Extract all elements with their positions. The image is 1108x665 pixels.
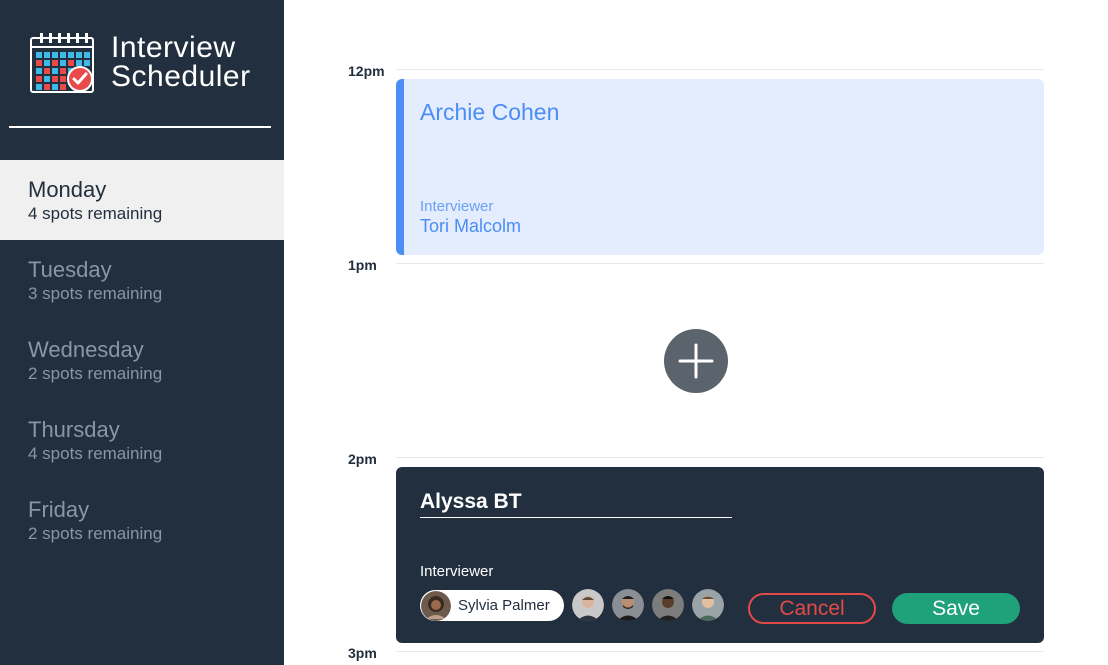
- time-label-3pm: 3pm: [348, 645, 377, 661]
- interviewer-option[interactable]: [612, 589, 644, 621]
- day-spots: 4 spots remaining: [28, 204, 163, 223]
- add-appointment-button[interactable]: [664, 329, 728, 393]
- calendar-check-icon: [30, 33, 94, 93]
- avatar: [421, 591, 451, 621]
- appointment-card[interactable]: Archie Cohen Interviewer Tori Malcolm: [396, 79, 1044, 255]
- time-divider: [396, 457, 1044, 458]
- day-item-monday[interactable]: Monday 4 spots remaining: [0, 160, 284, 240]
- app-title-line1: Interview: [111, 31, 236, 64]
- sidebar-divider: [9, 126, 271, 128]
- avatar: [612, 589, 644, 621]
- appointment-student-name: Archie Cohen: [420, 99, 560, 125]
- day-name: Tuesday: [28, 257, 112, 282]
- day-item-thursday[interactable]: Thursday 4 spots remaining: [0, 400, 284, 480]
- time-divider: [396, 651, 1044, 652]
- day-spots: 3 spots remaining: [28, 284, 163, 303]
- appointment-form: Interviewer Sylvia Palmer: [396, 467, 1044, 643]
- time-divider: [396, 69, 1044, 70]
- sidebar: Interview Scheduler Monday 4 spots remai…: [0, 0, 284, 665]
- time-label-1pm: 1pm: [348, 257, 377, 273]
- app-title-line2: Scheduler: [111, 60, 251, 93]
- save-button[interactable]: Save: [892, 593, 1020, 624]
- student-name-input[interactable]: [420, 487, 732, 518]
- day-item-tuesday[interactable]: Tuesday 3 spots remaining: [0, 240, 284, 320]
- interviewer-option[interactable]: [572, 589, 604, 621]
- day-spots: 2 spots remaining: [28, 524, 163, 543]
- time-label-12pm: 12pm: [348, 63, 385, 79]
- avatar: [692, 589, 724, 621]
- app-title: Interview Scheduler: [111, 31, 251, 93]
- day-name: Monday: [28, 177, 107, 202]
- interviewer-option-selected[interactable]: Sylvia Palmer: [420, 590, 564, 621]
- day-list: Monday 4 spots remaining Tuesday 3 spots…: [0, 160, 284, 560]
- cancel-button[interactable]: Cancel: [748, 593, 876, 624]
- schedule-main: 12pm 1pm 2pm 3pm Archie Cohen Interviewe…: [284, 0, 1108, 665]
- time-divider: [396, 263, 1044, 264]
- appointment-interviewer-label: Interviewer: [420, 198, 494, 215]
- avatar: [572, 589, 604, 621]
- interviewer-name: Sylvia Palmer: [458, 597, 550, 614]
- day-spots: 4 spots remaining: [28, 444, 163, 463]
- interviewer-label: Interviewer: [420, 563, 494, 580]
- plus-icon: [678, 343, 714, 379]
- appointment-interviewer-name: Tori Malcolm: [420, 216, 522, 236]
- interviewer-option[interactable]: [692, 589, 724, 621]
- day-name: Wednesday: [28, 337, 144, 362]
- interviewer-option[interactable]: [652, 589, 684, 621]
- day-item-friday[interactable]: Friday 2 spots remaining: [0, 480, 284, 560]
- day-name: Friday: [28, 497, 90, 522]
- day-spots: 2 spots remaining: [28, 364, 163, 383]
- day-item-wednesday[interactable]: Wednesday 2 spots remaining: [0, 320, 284, 400]
- day-name: Thursday: [28, 417, 120, 442]
- avatar: [652, 589, 684, 621]
- time-label-2pm: 2pm: [348, 451, 377, 467]
